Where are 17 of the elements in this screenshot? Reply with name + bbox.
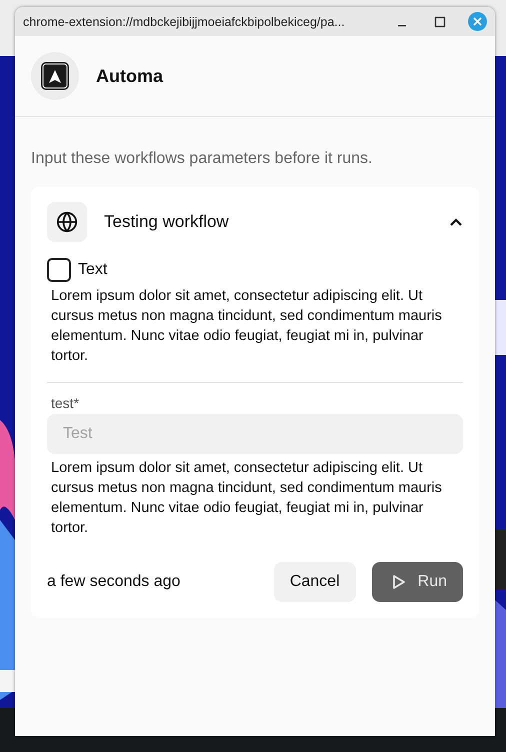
- maximize-icon[interactable]: [434, 16, 446, 28]
- close-icon[interactable]: [468, 12, 487, 31]
- parameter-description: Lorem ipsum dolor sit amet, consectetur adipiscing elit. Ut cursus metus non magna tincidunt, sed condimentum mauris elementum. Nunc vitae odio feugiat, feugiat mi in, pulvinar tortor.: [51, 287, 443, 366]
- checkbox[interactable]: [47, 258, 71, 282]
- intro-text: Input these workflows parameters before it runs.: [31, 150, 374, 168]
- play-icon: [392, 574, 406, 590]
- globe-icon: [56, 211, 78, 233]
- timestamp: a few seconds ago: [47, 573, 182, 591]
- cancel-button[interactable]: Cancel: [274, 562, 356, 602]
- workflow-name: Testing workflow: [104, 212, 230, 232]
- logo-icon: [40, 61, 70, 91]
- parameter-description: Lorem ipsum dolor sit amet, consectetur adipiscing elit. Ut cursus metus non magna tincidunt, sed condimentum mauris elementum. Nunc vitae odio feugiat, feugiat mi in, pulvinar tortor.: [51, 459, 443, 538]
- checkbox-label: Text: [78, 261, 108, 279]
- input-field[interactable]: Test: [47, 414, 463, 454]
- app-name: Automa: [96, 66, 163, 86]
- field-label: test*: [51, 395, 80, 411]
- window-title: chrome-extension://mdbckejibijjmoeiafckbipolbekiceg/pa...: [23, 14, 346, 28]
